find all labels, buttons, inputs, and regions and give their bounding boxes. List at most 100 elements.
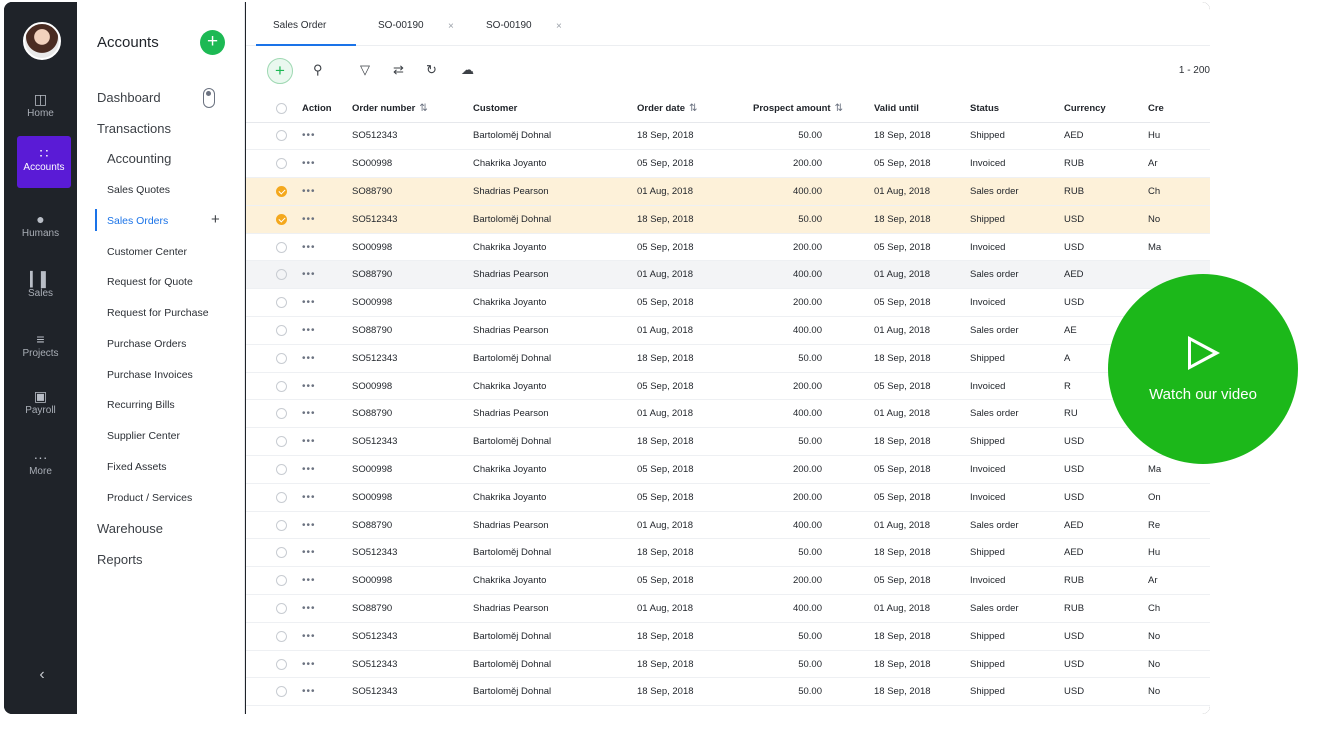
swap-icon[interactable]: ⇄: [393, 62, 404, 78]
cloud-download-icon[interactable]: ☁: [461, 62, 474, 78]
refresh-icon[interactable]: ↻: [426, 62, 437, 78]
table-row[interactable]: ••• SO00998 Chakrika Joyanto 05 Sep, 2018 20…: [246, 566, 1210, 596]
more-actions-icon[interactable]: •••: [302, 547, 316, 558]
row-checkbox[interactable]: [276, 519, 287, 531]
row-checkbox[interactable]: [276, 380, 287, 392]
row-checkbox[interactable]: [276, 213, 287, 225]
table-row[interactable]: ••• SO00998 Chakrika Joyanto 05 Sep, 2018 20…: [246, 288, 1210, 318]
column-header[interactable]: Valid until: [874, 95, 970, 123]
rail-item-home[interactable]: ◫ Home: [4, 82, 77, 134]
sort-icon[interactable]: ⇅: [835, 103, 843, 114]
table-row[interactable]: ••• SO512343 Bartoloměj Dohnal 18 Sep, 2018…: [246, 122, 1210, 151]
rail-item-humans[interactable]: ● Humans: [4, 202, 77, 254]
column-header-order-date[interactable]: Order date ⇅: [637, 95, 729, 123]
sidebar-item-purchase-orders[interactable]: Purchase Orders: [107, 338, 186, 350]
more-actions-icon[interactable]: •••: [302, 325, 316, 336]
table-row[interactable]: ••• SO88790 Shadrias Pearson 01 Aug, 2018 40…: [246, 316, 1210, 345]
row-checkbox[interactable]: [276, 158, 287, 170]
sidebar-item-request-for-quote[interactable]: Request for Quote: [107, 276, 193, 288]
close-icon[interactable]: ×: [556, 21, 562, 32]
more-actions-icon[interactable]: •••: [302, 686, 316, 697]
row-checkbox[interactable]: [276, 269, 287, 281]
row-checkbox[interactable]: [276, 436, 287, 448]
more-actions-icon[interactable]: •••: [302, 464, 316, 475]
more-actions-icon[interactable]: •••: [302, 603, 316, 614]
column-header[interactable]: Currency: [1064, 95, 1148, 123]
sidebar-item-request-for-purchase[interactable]: Request for Purchase: [107, 307, 209, 319]
sidebar-item-supplier-center[interactable]: Supplier Center: [107, 430, 180, 442]
table-row[interactable]: ••• SO00998 Chakrika Joyanto 05 Sep, 2018 20…: [246, 455, 1210, 484]
column-header-prospect-amount[interactable]: Prospect amount ⇅: [729, 95, 874, 123]
sidebar-item-fixed-assets[interactable]: Fixed Assets: [107, 461, 167, 473]
table-row[interactable]: ••• SO00998 Chakrika Joyanto 05 Sep, 2018 20…: [246, 149, 1210, 179]
more-actions-icon[interactable]: •••: [302, 436, 316, 447]
rail-item-more[interactable]: ··· More: [4, 440, 77, 492]
select-all-checkbox[interactable]: [276, 102, 287, 114]
more-actions-icon[interactable]: •••: [302, 242, 316, 253]
table-row[interactable]: ••• SO88790 Shadrias Pearson 01 Aug, 2018 40…: [246, 594, 1210, 623]
rail-item-projects[interactable]: ≡ Projects: [4, 322, 77, 374]
table-row[interactable]: ••• SO512343 Bartoloměj Dohnal 18 Sep, 2018…: [246, 538, 1210, 568]
row-checkbox[interactable]: [276, 575, 287, 587]
column-header[interactable]: Customer: [473, 95, 637, 123]
avatar[interactable]: [23, 22, 61, 60]
table-row[interactable]: ••• SO88790 Shadrias Pearson 01 Aug, 2018 40…: [246, 177, 1210, 206]
table-row[interactable]: ••• SO88790 Shadrias Pearson 01 Aug, 2018 40…: [246, 260, 1210, 290]
more-actions-icon[interactable]: •••: [302, 659, 316, 670]
rail-item-payroll[interactable]: ▣ Payroll: [4, 379, 77, 431]
sidebar-item-customer-center[interactable]: Customer Center: [107, 246, 187, 258]
row-checkbox[interactable]: [276, 547, 287, 559]
table-row[interactable]: ••• SO512343 Bartoloměj Dohnal 18 Sep, 2018…: [246, 677, 1210, 707]
column-header[interactable]: Cre: [1148, 95, 1210, 123]
table-row[interactable]: ••• SO512343 Bartoloměj Dohnal 18 Sep, 2018…: [246, 650, 1210, 679]
table-row[interactable]: ••• SO88790 Shadrias Pearson 01 Aug, 2018 40…: [246, 399, 1210, 429]
sidebar-item-accounting[interactable]: Accounting: [107, 151, 171, 166]
table-row[interactable]: ••• SO512343 Bartoloměj Dohnal 18 Sep, 2018…: [246, 344, 1210, 373]
row-checkbox[interactable]: [276, 686, 287, 698]
sidebar-item-purchase-invoices[interactable]: Purchase Invoices: [107, 369, 193, 381]
table-row[interactable]: ••• SO00998 Chakrika Joyanto 05 Sep, 2018 20…: [246, 233, 1210, 262]
more-actions-icon[interactable]: •••: [302, 269, 316, 280]
sidebar-item-sales-orders[interactable]: Sales Orders: [107, 215, 168, 227]
select-all-column[interactable]: [246, 95, 302, 123]
more-actions-icon[interactable]: •••: [302, 520, 316, 531]
sidebar-item-transactions[interactable]: Transactions: [97, 121, 171, 136]
tab-so-00190[interactable]: SO-00190: [378, 20, 424, 31]
table-row[interactable]: ••• SO512343 Bartoloměj Dohnal 18 Sep, 2018…: [246, 622, 1210, 651]
row-checkbox[interactable]: [276, 352, 287, 364]
row-checkbox[interactable]: [276, 658, 287, 670]
sidebar-item-warehouse[interactable]: Warehouse: [97, 521, 163, 536]
row-checkbox[interactable]: [276, 185, 287, 197]
add-button[interactable]: +: [267, 58, 293, 84]
more-actions-icon[interactable]: •••: [302, 214, 316, 225]
sort-icon[interactable]: ⇅: [419, 103, 427, 114]
search-icon[interactable]: ⚲: [313, 62, 323, 78]
tab-so-00190[interactable]: SO-00190: [486, 20, 532, 31]
row-checkbox[interactable]: [276, 408, 287, 420]
more-actions-icon[interactable]: •••: [302, 381, 316, 392]
row-checkbox[interactable]: [276, 630, 287, 642]
row-checkbox[interactable]: [276, 297, 287, 309]
chevron-left-icon[interactable]: ‹: [32, 666, 52, 686]
column-header[interactable]: Status: [970, 95, 1064, 123]
row-checkbox[interactable]: [276, 463, 287, 475]
sidebar-item-recurring-bills[interactable]: Recurring Bills: [107, 399, 175, 411]
sidebar-item-product-services[interactable]: Product / Services: [107, 492, 192, 504]
table-row[interactable]: ••• SO88790 Shadrias Pearson 01 Aug, 2018 40…: [246, 511, 1210, 540]
filter-icon[interactable]: ▽: [360, 62, 370, 78]
add-button[interactable]: +: [200, 30, 225, 55]
rail-item-sales[interactable]: ▎▌ Sales: [4, 262, 77, 314]
row-checkbox[interactable]: [276, 491, 287, 503]
sort-icon[interactable]: ⇅: [689, 103, 697, 114]
table-row[interactable]: ••• SO00998 Chakrika Joyanto 05 Sep, 2018 20…: [246, 372, 1210, 401]
row-checkbox[interactable]: [276, 602, 287, 614]
close-icon[interactable]: ×: [448, 21, 454, 32]
add-sales-order-button[interactable]: +: [211, 212, 220, 227]
more-actions-icon[interactable]: •••: [302, 408, 316, 419]
table-row[interactable]: ••• SO00998 Chakrika Joyanto 05 Sep, 2018 20…: [246, 483, 1210, 512]
more-actions-icon[interactable]: •••: [302, 353, 316, 364]
more-actions-icon[interactable]: •••: [302, 575, 316, 586]
row-checkbox[interactable]: [276, 324, 287, 336]
watch-video-button[interactable]: Watch our video: [1108, 274, 1298, 464]
more-actions-icon[interactable]: •••: [302, 186, 316, 197]
